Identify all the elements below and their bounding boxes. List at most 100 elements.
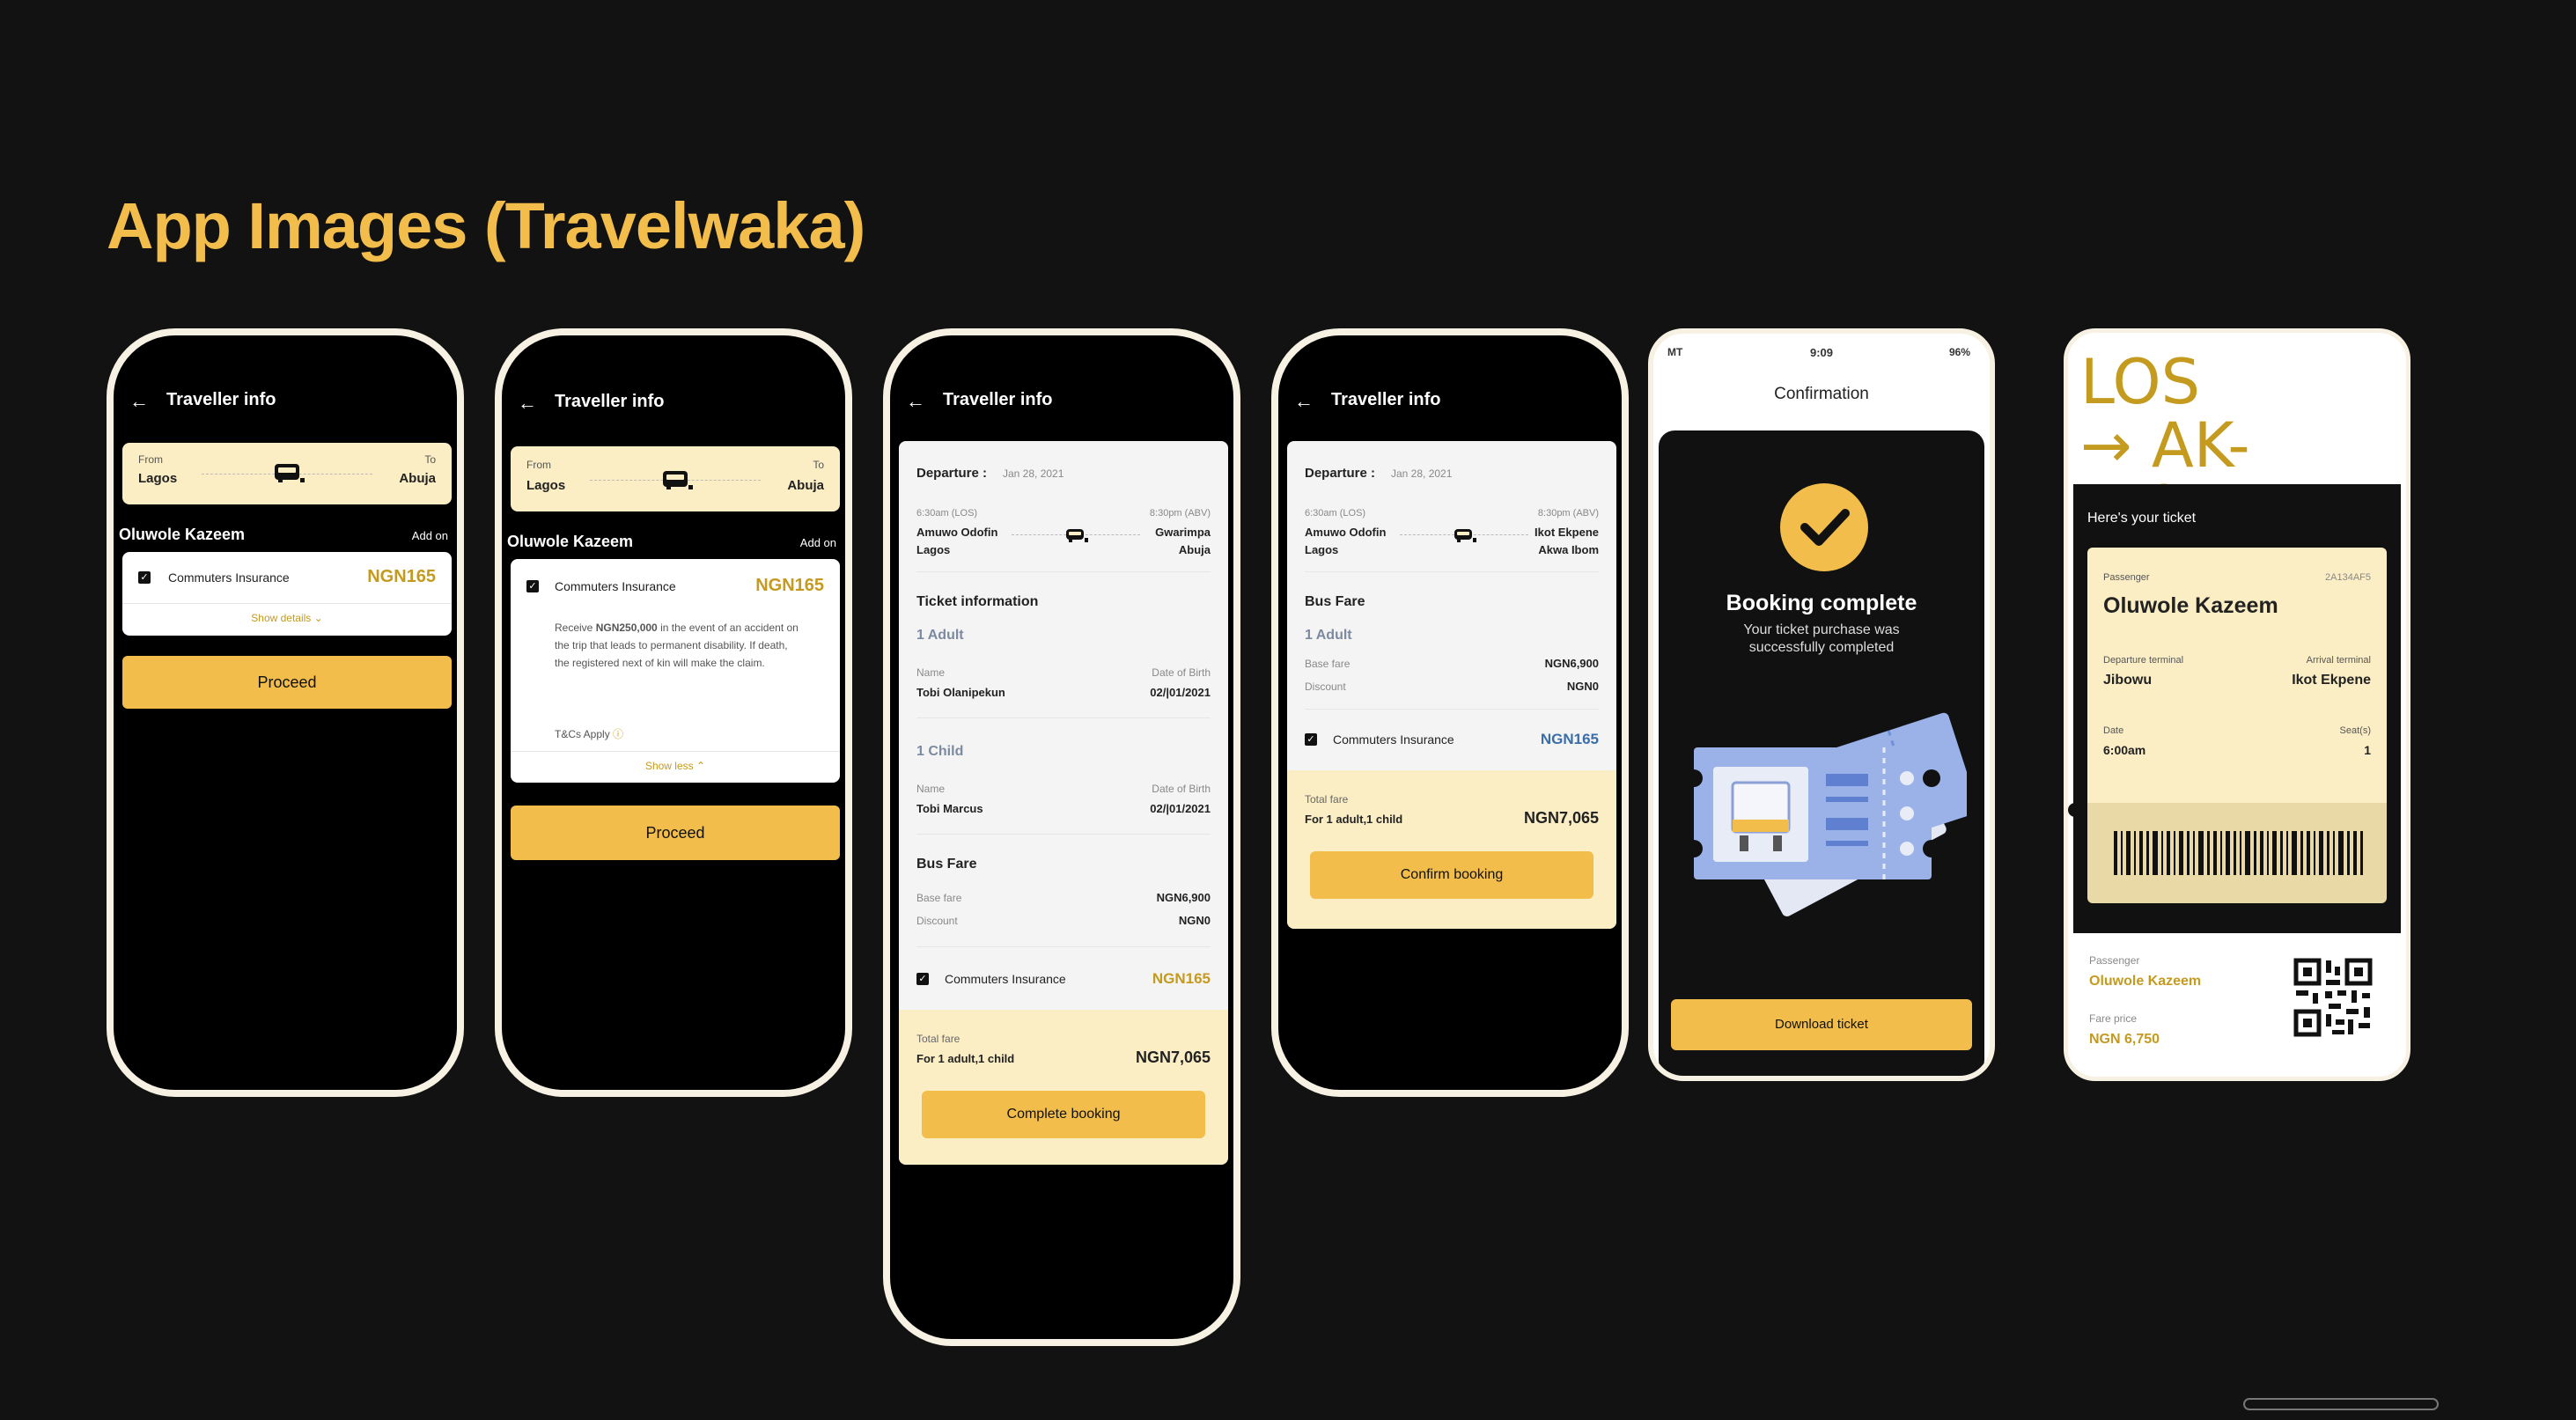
divider [122, 603, 452, 604]
insurance-price: NGN165 [367, 567, 436, 586]
arr-city: Akwa Ibom [1538, 543, 1599, 556]
base-fare-value: NGN6,900 [1156, 891, 1211, 904]
status-time: 9:09 [1809, 346, 1834, 359]
total-value: NGN7,065 [1135, 1048, 1211, 1066]
insurance-price: NGN165 [1152, 970, 1211, 987]
status-battery: 96% [1948, 346, 1970, 358]
status-bar: MT 9:09 96% [1653, 334, 1990, 369]
from-city: Lagos [138, 471, 178, 486]
proceed-button[interactable]: Proceed [511, 806, 840, 860]
footer-passenger-label: Passenger [2089, 954, 2140, 967]
route-from: LOS [2080, 346, 2201, 418]
insurance-price: NGN165 [755, 576, 824, 595]
passenger-name: Oluwole Kazeem [2103, 593, 2278, 618]
ticket-notch [2068, 803, 2082, 817]
dep-terminal: Jibowu [2103, 673, 2153, 688]
confirmation-panel: Booking complete Your ticket purchase wa… [1659, 430, 1984, 1076]
booking-complete-sub: Your ticket purchase was [1743, 622, 1900, 637]
complete-booking-button[interactable]: Complete booking [922, 1091, 1205, 1138]
insurance-checkbox[interactable]: ✓ [526, 580, 539, 592]
show-less-link[interactable]: Show less ⌃ [511, 760, 840, 772]
header-title: Traveller info [943, 390, 1053, 409]
divider [1305, 709, 1599, 710]
passenger-name: Oluwole Kazeem [119, 526, 246, 543]
qr-code-icon [2293, 958, 2373, 1037]
insurance-label: Commuters Insurance [555, 579, 676, 593]
add-on-link[interactable]: Add on [412, 529, 448, 542]
route-card: From Lagos To Abuja [122, 443, 452, 504]
dep-place: Amuwo Odofin [916, 526, 998, 539]
back-arrow-icon[interactable]: ← [518, 392, 537, 415]
phone-traveller-info-expanded: ← Traveller info From Lagos To Abuja Olu… [495, 328, 852, 1097]
to-label: To [813, 459, 824, 471]
header-title: Traveller info [555, 392, 665, 411]
date-value: 6:00am [2103, 743, 2146, 757]
header-title: Traveller info [1331, 390, 1441, 409]
insurance-label: Commuters Insurance [168, 570, 290, 585]
download-ticket-button[interactable]: Download ticket [1671, 999, 1972, 1050]
proceed-button[interactable]: Proceed [122, 656, 452, 709]
divider [916, 946, 1211, 947]
ticket-illustration-icon [1694, 712, 1967, 916]
barcode-section [2087, 803, 2387, 903]
divider [1305, 571, 1599, 572]
insurance-card: ✓ Commuters Insurance NGN165 Show detail… [122, 552, 452, 636]
dep-terminal-label: Departure terminal [2103, 655, 2184, 666]
insurance-label: Commuters Insurance [1333, 732, 1454, 747]
dep-city: Lagos [1305, 543, 1339, 556]
header-title: Traveller info [166, 390, 276, 409]
adult-heading: 1 Adult [1305, 628, 1352, 643]
base-fare-value: NGN6,900 [1544, 657, 1599, 670]
phone-ticket-summary: ← Traveller info Departure : Jan 28, 202… [883, 328, 1240, 1346]
dep-place: Amuwo Odofin [1305, 526, 1387, 539]
discount-value: NGN0 [1178, 914, 1211, 927]
insurance-checkbox[interactable]: ✓ [1305, 733, 1317, 746]
total-section: Total fare For 1 adult,1 child NGN7,065 … [899, 1010, 1228, 1165]
insurance-checkbox[interactable]: ✓ [916, 973, 929, 985]
ticket-card: Passenger 2A134AF5 Oluwole Kazeem Depart… [2087, 548, 2387, 803]
seat-value: 1 [2364, 743, 2371, 757]
bus-fare-heading: Bus Fare [916, 857, 977, 872]
to-city: Abuja [787, 478, 824, 493]
tcs-link[interactable]: T&Cs Apply ⓘ [555, 726, 623, 741]
add-on-link[interactable]: Add on [800, 536, 836, 549]
scrollbar-indicator[interactable] [2243, 1398, 2439, 1410]
arr-place: Ikot Ekpene [1535, 526, 1599, 539]
phone-ticket: LOS → AK-IBOM Here's your ticket Passeng… [2064, 328, 2410, 1081]
header-title: Confirmation [1774, 385, 1869, 403]
dep-city: Lagos [916, 543, 951, 556]
booking-complete-sub2: successfully completed [1748, 640, 1895, 655]
show-details-link[interactable]: Show details ⌄ [122, 612, 452, 624]
insurance-checkbox[interactable]: ✓ [138, 571, 151, 584]
to-city: Abuja [399, 471, 436, 486]
child-heading: 1 Child [916, 744, 964, 759]
dob-label: Date of Birth [1152, 666, 1211, 679]
show-less-label: Show less [644, 760, 694, 772]
description-amount: NGN250,000 [595, 622, 658, 634]
info-icon: ⓘ [613, 728, 624, 740]
from-city: Lagos [526, 478, 566, 493]
name-label: Name [916, 783, 946, 795]
base-fare-label: Base fare [1305, 658, 1351, 670]
total-desc: For 1 adult,1 child [1305, 813, 1403, 826]
passenger-name: Oluwole Kazeem [507, 533, 634, 550]
arr-terminal-label: Arrival terminal [2306, 655, 2371, 666]
checkmark-icon [1780, 483, 1868, 571]
departure-date: Jan 28, 2021 [1003, 467, 1064, 480]
insurance-description: Receive NGN250,000 in the event of an ac… [555, 619, 801, 672]
total-desc: For 1 adult,1 child [916, 1052, 1015, 1065]
arr-time: 8:30pm (ABV) [1537, 508, 1599, 519]
ticket-info-heading: Ticket information [916, 594, 1039, 609]
description-text: Receive [555, 622, 596, 634]
chevron-up-icon: ⌃ [696, 760, 706, 772]
departure-date: Jan 28, 2021 [1391, 467, 1453, 480]
back-arrow-icon[interactable]: ← [906, 390, 925, 413]
back-arrow-icon[interactable]: ← [129, 390, 149, 413]
fare-value: NGN 6,750 [2089, 1032, 2160, 1047]
barcode-icon [2114, 831, 2363, 875]
booking-complete-title: Booking complete [1726, 591, 1917, 615]
child-dob: 02/|01/2021 [1150, 802, 1211, 815]
confirm-booking-button[interactable]: Confirm booking [1310, 851, 1593, 899]
back-arrow-icon[interactable]: ← [1294, 390, 1314, 413]
fare-label: Fare price [2089, 1012, 2138, 1025]
